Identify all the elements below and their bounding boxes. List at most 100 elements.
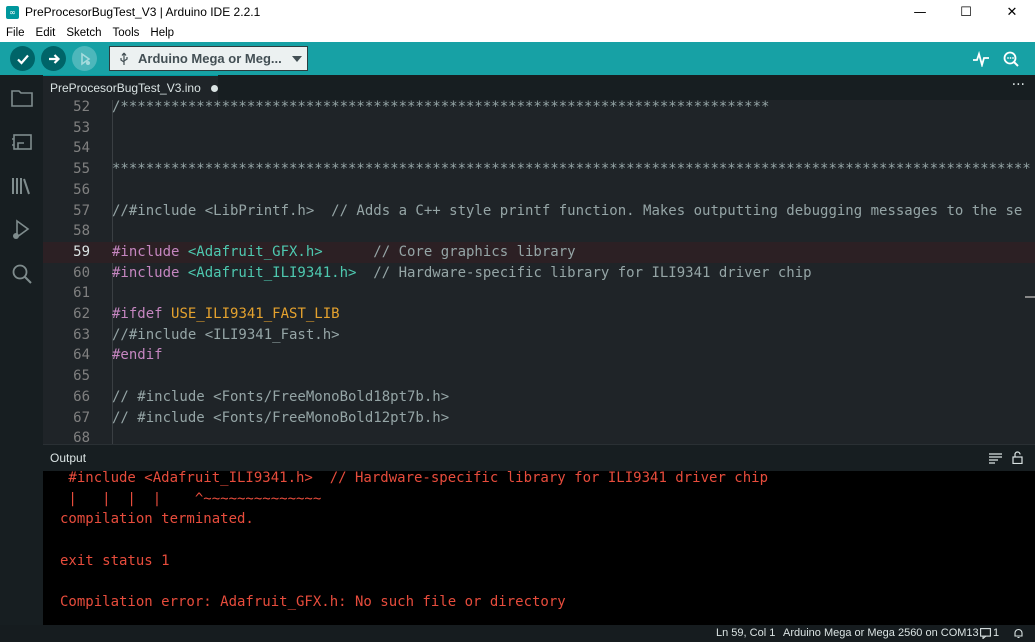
code-line[interactable]: 67 // #include <Fonts/FreeMonoBold12pt7b.…	[43, 408, 1035, 429]
line-number: 57	[73, 202, 90, 219]
tab-sketch-file[interactable]: PreProcesorBugTest_V3.ino	[43, 75, 218, 100]
library-icon	[11, 177, 30, 194]
output-line: Compilation error: Adafruit_GFX.h: No su…	[60, 594, 566, 611]
board-icon	[11, 133, 32, 150]
menu-sketch[interactable]: Sketch	[60, 27, 106, 39]
line-number: 67	[73, 409, 90, 426]
checkmark-icon	[16, 54, 29, 65]
code-line[interactable]: 60 #include <Adafruit_ILI9341.h> // Hardw…	[43, 263, 1035, 284]
plotter-icon	[973, 51, 989, 67]
menu-edit[interactable]: Edit	[30, 27, 61, 39]
menu-tools[interactable]: Tools	[107, 27, 145, 39]
line-number: 59	[73, 243, 90, 260]
code-token-text: //#include <LibPrintf.h> // Adds a C++ s…	[112, 202, 1023, 219]
unsaved-dot-icon[interactable]	[210, 84, 218, 92]
code-line[interactable]: 64 #endif	[43, 345, 1035, 366]
serial-monitor-icon	[1003, 51, 1019, 67]
verify-button[interactable]	[10, 46, 35, 71]
debug-run-icon	[12, 218, 29, 239]
code-line[interactable]: 61	[43, 283, 1035, 304]
code-text: ****************************************…	[112, 159, 1031, 180]
output-line: #include <Adafruit_ILI9341.h> // Hardwar…	[60, 471, 769, 486]
upload-button[interactable]	[41, 46, 66, 71]
toolbar: Arduino Mega or Meg...	[0, 42, 1035, 75]
code-text: /***************************************…	[112, 100, 769, 118]
code-token-text: // #include <Fonts/FreeMonoBold12pt7b.h>	[112, 409, 450, 426]
menu-help[interactable]: Help	[144, 27, 179, 39]
code-line[interactable]: 52 /*************************************…	[43, 100, 1035, 118]
close-button[interactable]: ✕	[989, 0, 1035, 24]
code-token-text: /***************************************…	[112, 100, 770, 115]
library-manager-button[interactable]	[9, 173, 34, 198]
line-number: 65	[73, 368, 90, 385]
code-line[interactable]: 54	[43, 138, 1035, 159]
code-line[interactable]: 57 //#include <LibPrintf.h> // Adds a C++…	[43, 201, 1035, 222]
bell-icon[interactable]	[1013, 628, 1024, 639]
search-icon	[12, 264, 32, 284]
line-number: 58	[73, 223, 90, 240]
search-button[interactable]	[9, 261, 34, 286]
code-text: #endif	[112, 345, 163, 366]
code-line[interactable]: 68	[43, 428, 1035, 444]
code-text: #ifdef USE_ILI9341_FAST_LIB	[112, 304, 340, 325]
sketchbook-button[interactable]	[9, 85, 34, 110]
more-actions-icon[interactable]: ···	[1012, 77, 1025, 93]
line-number: 61	[73, 285, 90, 302]
output-title: Output	[50, 451, 87, 465]
output-line: | | | | ^~~~~~~~~~~~~~~	[60, 490, 322, 507]
minimize-button[interactable]: —	[897, 0, 943, 24]
code-line[interactable]: 56	[43, 180, 1035, 201]
code-line[interactable]: 53	[43, 118, 1035, 139]
window-title: PreProcesorBugTest_V3 | Arduino IDE 2.2.…	[25, 5, 261, 19]
notification-icon[interactable]	[980, 628, 991, 639]
line-number: 64	[73, 347, 90, 364]
status-bar: Ln 59, Col 1 Arduino Mega or Mega 2560 o…	[0, 625, 1035, 642]
line-number: 54	[73, 140, 90, 157]
debug-icon	[80, 51, 90, 66]
code-line[interactable]: 63 //#include <ILI9341_Fast.h>	[43, 325, 1035, 346]
clear-output-icon[interactable]	[989, 453, 1002, 464]
tab-label: PreProcesorBugTest_V3.ino	[50, 81, 201, 95]
debug-panel-button[interactable]	[9, 217, 34, 242]
code-text: #include <Adafruit_ILI9341.h> // Hardwar…	[112, 263, 812, 284]
line-number: 56	[73, 181, 90, 198]
code-token-kw: #ifdef	[112, 306, 172, 322]
board-selector[interactable]: Arduino Mega or Meg...	[109, 46, 308, 71]
arduino-logo-icon: ∞	[6, 5, 19, 19]
activity-bar	[0, 75, 43, 642]
line-number: 66	[73, 388, 90, 405]
code-line[interactable]: 55 **************************************…	[43, 159, 1035, 180]
code-line[interactable]: 58	[43, 221, 1035, 242]
code-token-kw: #include	[112, 264, 188, 281]
title-bar: ∞ PreProcesorBugTest_V3 | Arduino IDE 2.…	[0, 0, 1035, 24]
caret-down-icon	[291, 55, 302, 62]
code-text: //#include <LibPrintf.h> // Adds a C++ s…	[112, 201, 1022, 222]
debug-button[interactable]	[72, 46, 97, 71]
notification-count: 1	[993, 627, 1000, 639]
code-token-text: // #include <Fonts/FreeMonoBold18pt7b.h>	[112, 388, 450, 405]
usb-icon	[120, 52, 128, 65]
menu-file[interactable]: File	[0, 27, 30, 39]
scrollbar-marker	[1025, 296, 1035, 298]
serial-plotter-button[interactable]	[970, 48, 992, 70]
code-text: #include <Adafruit_GFX.h> // Core graphi…	[112, 242, 576, 263]
folder-icon	[10, 89, 33, 107]
code-line[interactable]: 65	[43, 366, 1035, 387]
cursor-position[interactable]: Ln 59, Col 1	[716, 627, 775, 639]
boards-manager-button[interactable]	[9, 129, 34, 154]
board-port-status[interactable]: Arduino Mega or Mega 2560 on COM13	[783, 627, 979, 639]
code-line[interactable]: 59 #include <Adafruit_GFX.h> // Core grap…	[43, 241, 1035, 263]
lock-scroll-icon[interactable]	[1012, 451, 1023, 464]
line-number: 52	[73, 100, 90, 115]
code-editor[interactable]: 52 /*************************************…	[43, 100, 1035, 444]
code-token-rest: // Hardware-specific library for ILI9341…	[356, 264, 812, 281]
code-token-kw: #include	[112, 243, 188, 260]
line-number: 60	[73, 264, 90, 281]
serial-monitor-button[interactable]	[1001, 48, 1023, 70]
maximize-button[interactable]: ☐	[943, 0, 989, 24]
output-console[interactable]: #include <Adafruit_ILI9341.h> // Hardwar…	[43, 471, 1035, 625]
code-line[interactable]: 66 // #include <Fonts/FreeMonoBold18pt7b.…	[43, 387, 1035, 408]
output-line: compilation terminated.	[60, 511, 254, 528]
line-number: 62	[73, 306, 90, 322]
code-line[interactable]: 62 #ifdef USE_ILI9341_FAST_LIB	[43, 304, 1035, 325]
